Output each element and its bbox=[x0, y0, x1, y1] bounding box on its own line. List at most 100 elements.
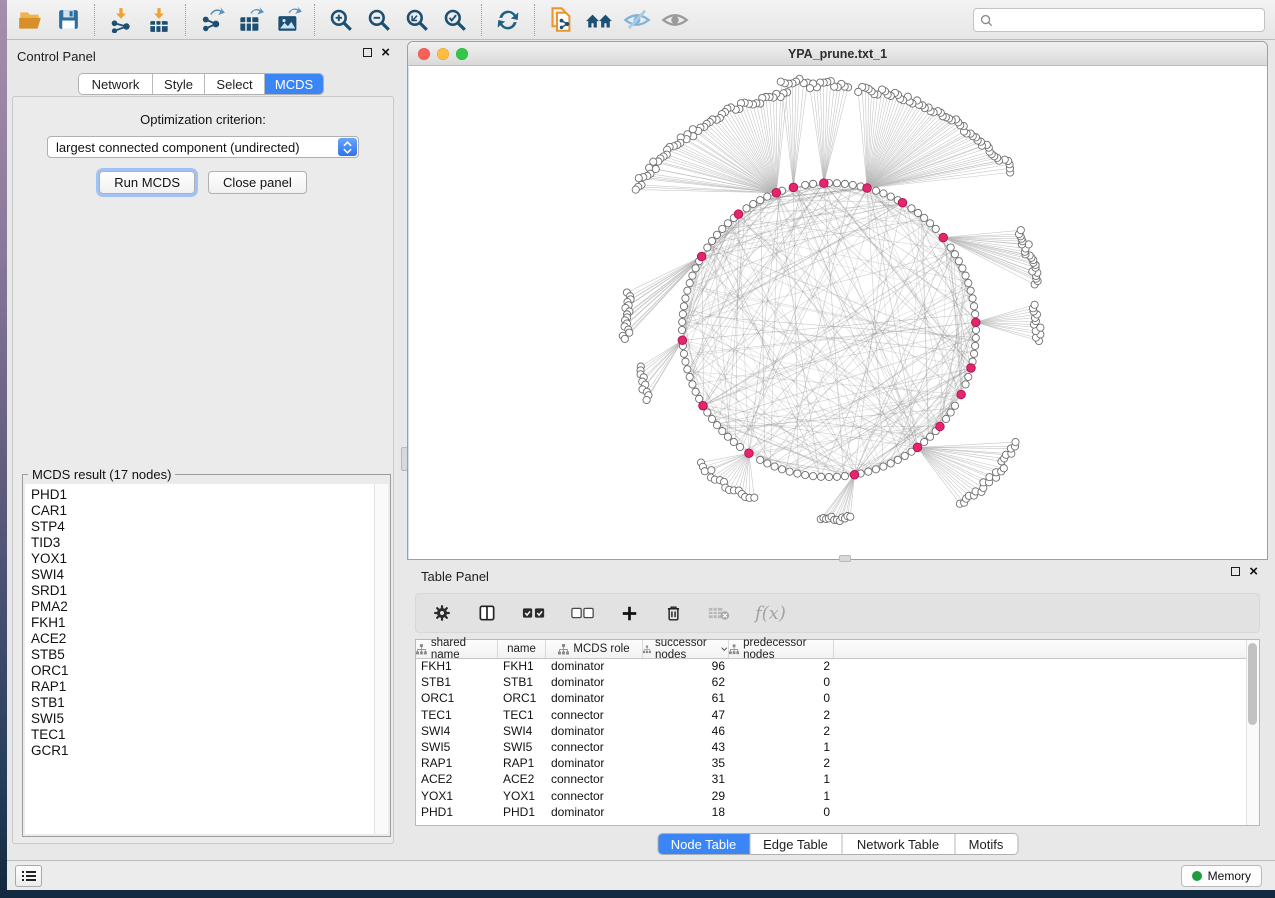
table-cell: RAP1 bbox=[416, 756, 498, 772]
table-row[interactable]: FKH1FKH1dominator962 bbox=[416, 659, 1259, 675]
select-all-columns-icon[interactable] bbox=[522, 606, 546, 620]
export-image-icon[interactable] bbox=[269, 3, 307, 37]
result-list-item[interactable]: PMA2 bbox=[31, 599, 388, 615]
export-network-icon[interactable] bbox=[193, 3, 231, 37]
result-list-item[interactable]: STB1 bbox=[31, 695, 388, 711]
result-list-item[interactable]: CAR1 bbox=[31, 503, 388, 519]
result-list-item[interactable]: SRD1 bbox=[31, 583, 388, 599]
column-header-successor-nodes[interactable]: successor nodes bbox=[643, 640, 729, 658]
result-list-item[interactable]: YOX1 bbox=[31, 551, 388, 567]
table-scrollbar[interactable] bbox=[1246, 640, 1259, 825]
refresh-icon[interactable] bbox=[489, 3, 527, 37]
control-panel-title: Control Panel bbox=[17, 49, 96, 64]
result-list-item[interactable]: TID3 bbox=[31, 535, 388, 551]
result-list-item[interactable]: PHD1 bbox=[31, 487, 388, 503]
float-panel-icon[interactable] bbox=[363, 48, 372, 57]
result-list-item[interactable]: TEC1 bbox=[31, 727, 388, 743]
table-tabs: Node TableEdge TableNetwork TableMotifs bbox=[657, 833, 1018, 855]
column-header-shared-name[interactable]: shared name bbox=[416, 640, 498, 658]
unselect-all-columns-icon[interactable] bbox=[571, 606, 595, 620]
result-list-item[interactable]: GCR1 bbox=[31, 743, 388, 759]
table-row[interactable]: STB1STB1dominator620 bbox=[416, 675, 1259, 691]
result-list-item[interactable]: ACE2 bbox=[31, 631, 388, 647]
function-builder-icon[interactable]: f(x) bbox=[755, 603, 786, 624]
search-input[interactable] bbox=[998, 13, 1258, 27]
delete-table-icon[interactable] bbox=[708, 605, 730, 621]
close-window-icon[interactable] bbox=[418, 48, 430, 60]
column-header-name[interactable]: name bbox=[498, 640, 546, 658]
minimize-window-icon[interactable] bbox=[437, 48, 449, 60]
maximize-window-icon[interactable] bbox=[456, 48, 468, 60]
network-canvas[interactable] bbox=[408, 67, 1267, 559]
table-cell: ACE2 bbox=[416, 772, 498, 788]
mcds-result-list[interactable]: PHD1CAR1STP4TID3YOX1SWI4SRD1PMA2FKH1ACE2… bbox=[25, 484, 388, 834]
tab-motifs[interactable]: Motifs bbox=[955, 834, 1017, 854]
cytoscape-window: Control Panel × NetworkStyleSelectMCDS O… bbox=[7, 0, 1275, 890]
first-neighbors-icon[interactable] bbox=[580, 3, 618, 37]
close-panel-icon[interactable]: × bbox=[381, 48, 390, 57]
import-network-icon[interactable] bbox=[102, 3, 140, 37]
result-list-scrollbar[interactable] bbox=[374, 484, 388, 834]
clone-network-icon[interactable] bbox=[542, 3, 580, 37]
table-cell: connector bbox=[546, 708, 643, 724]
zoom-in-icon[interactable] bbox=[322, 3, 360, 37]
table-row[interactable]: PHD1PHD1dominator180 bbox=[416, 805, 1259, 821]
add-column-icon[interactable] bbox=[620, 604, 639, 623]
delete-column-icon[interactable] bbox=[664, 604, 683, 623]
close-table-panel-icon[interactable]: × bbox=[1249, 567, 1258, 576]
table-scrollbar-thumb[interactable] bbox=[1248, 643, 1257, 725]
result-list-item[interactable]: SWI5 bbox=[31, 711, 388, 727]
table-cell: 2 bbox=[729, 724, 834, 740]
result-list-item[interactable]: RAP1 bbox=[31, 679, 388, 695]
table-cell: SWI4 bbox=[498, 724, 546, 740]
hide-selected-icon[interactable] bbox=[618, 3, 656, 37]
table-row[interactable]: SWI5SWI5connector431 bbox=[416, 740, 1259, 756]
node-table-body: FKH1FKH1dominator962STB1STB1dominator620… bbox=[416, 659, 1259, 821]
network-title: YPA_prune.txt_1 bbox=[408, 42, 1267, 66]
import-table-icon[interactable] bbox=[140, 3, 178, 37]
table-cell: 0 bbox=[729, 691, 834, 707]
settings-gear-icon[interactable] bbox=[432, 603, 452, 623]
open-session-icon[interactable] bbox=[11, 3, 49, 37]
task-history-icon[interactable] bbox=[15, 865, 42, 887]
tab-node-table[interactable]: Node Table bbox=[658, 834, 750, 854]
criterion-select[interactable]: largest connected component (undirected) bbox=[47, 136, 359, 158]
tab-select[interactable]: Select bbox=[205, 74, 265, 94]
save-session-icon[interactable] bbox=[49, 3, 87, 37]
table-row[interactable]: ACE2ACE2connector311 bbox=[416, 772, 1259, 788]
result-list-item[interactable]: STB5 bbox=[31, 647, 388, 663]
column-header-predecessor-nodes[interactable]: predecessor nodes bbox=[729, 640, 834, 658]
result-list-item[interactable]: ORC1 bbox=[31, 663, 388, 679]
tab-network[interactable]: Network bbox=[79, 74, 153, 94]
table-cell: FKH1 bbox=[498, 659, 546, 675]
tab-edge-table[interactable]: Edge Table bbox=[750, 834, 842, 854]
zoom-fit-icon[interactable] bbox=[398, 3, 436, 37]
table-row[interactable]: SWI4SWI4dominator462 bbox=[416, 724, 1259, 740]
export-table-icon[interactable] bbox=[231, 3, 269, 37]
float-table-panel-icon[interactable] bbox=[1231, 567, 1240, 576]
zoom-selected-icon[interactable] bbox=[436, 3, 474, 37]
zoom-out-icon[interactable] bbox=[360, 3, 398, 37]
table-cell: 96 bbox=[643, 659, 729, 675]
column-header-MCDS-role[interactable]: MCDS role bbox=[546, 640, 643, 658]
close-panel-button[interactable]: Close panel bbox=[208, 171, 307, 194]
column-layout-icon[interactable] bbox=[477, 603, 497, 623]
result-list-item[interactable]: SWI4 bbox=[31, 567, 388, 583]
result-list-item[interactable]: STP4 bbox=[31, 519, 388, 535]
table-panel-title: Table Panel bbox=[421, 569, 489, 584]
column-header-label: predecessor nodes bbox=[743, 637, 833, 661]
table-cell: connector bbox=[546, 772, 643, 788]
window-traffic-lights bbox=[418, 48, 468, 60]
table-row[interactable]: RAP1RAP1dominator352 bbox=[416, 756, 1259, 772]
run-mcds-button[interactable]: Run MCDS bbox=[99, 171, 195, 194]
result-list-item[interactable]: FKH1 bbox=[31, 615, 388, 631]
memory-button[interactable]: Memory bbox=[1181, 865, 1262, 887]
show-all-icon[interactable] bbox=[656, 3, 694, 37]
table-row[interactable]: TEC1TEC1connector472 bbox=[416, 708, 1259, 724]
table-cell: YOX1 bbox=[498, 789, 546, 805]
tab-network-table[interactable]: Network Table bbox=[842, 834, 955, 854]
tab-mcds[interactable]: MCDS bbox=[265, 74, 323, 94]
table-row[interactable]: ORC1ORC1dominator610 bbox=[416, 691, 1259, 707]
table-row[interactable]: YOX1YOX1connector291 bbox=[416, 789, 1259, 805]
tab-style[interactable]: Style bbox=[153, 74, 205, 94]
